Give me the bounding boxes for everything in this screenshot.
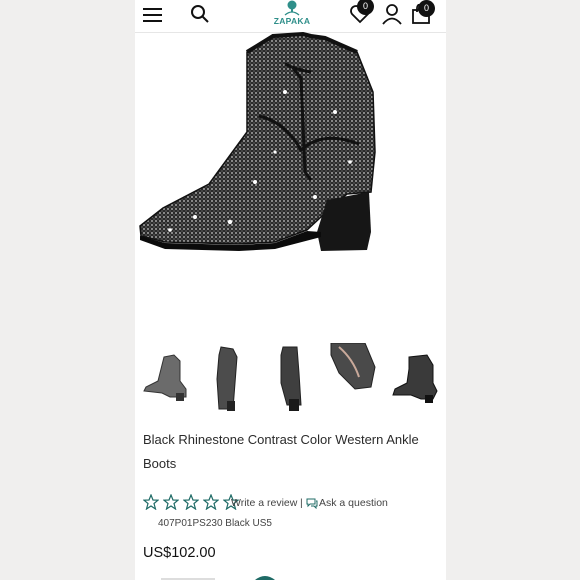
cart-count-badge: 0 xyxy=(418,0,435,17)
brand-logo[interactable]: ZAPAKA xyxy=(270,0,314,30)
product-sku: 407P01PS230 Black US5 xyxy=(158,518,272,529)
product-title: Black Rhinestone Contrast Color Western … xyxy=(143,432,419,471)
search-icon[interactable] xyxy=(190,4,210,24)
brand-name: ZAPAKA xyxy=(273,16,311,26)
product-price: US$102.00 xyxy=(143,545,216,561)
thumbnail-angle-view[interactable] xyxy=(387,343,441,415)
link-separator: | xyxy=(300,497,303,509)
rating-row: Write a review | Ask a question xyxy=(143,494,443,512)
write-review-link[interactable]: Write a review xyxy=(231,497,297,509)
menu-icon[interactable] xyxy=(142,5,164,25)
star-rating[interactable] xyxy=(143,494,240,510)
user-icon[interactable] xyxy=(381,3,403,25)
product-main-image[interactable] xyxy=(135,32,446,332)
partial-controls xyxy=(161,576,275,580)
star-icon xyxy=(162,494,179,510)
thumbnail-gallery xyxy=(135,343,446,415)
star-icon xyxy=(143,494,159,510)
star-icon xyxy=(202,494,219,510)
thumbnail-back-view[interactable] xyxy=(263,343,317,415)
ask-question-link[interactable]: Ask a question xyxy=(319,497,388,509)
site-header: ZAPAKA 0 0 xyxy=(135,0,446,33)
chat-bubble-icon xyxy=(306,498,318,509)
thumbnail-top-view[interactable] xyxy=(325,343,379,415)
star-icon xyxy=(182,494,199,510)
tree-logo-icon xyxy=(284,0,300,16)
product-page: ZAPAKA 0 0 Black Rhinestone Contrast Col… xyxy=(135,0,446,580)
thumbnail-side-view[interactable] xyxy=(140,343,194,415)
wishlist-count-badge: 0 xyxy=(357,0,374,15)
thumbnail-front-view[interactable] xyxy=(203,343,257,415)
